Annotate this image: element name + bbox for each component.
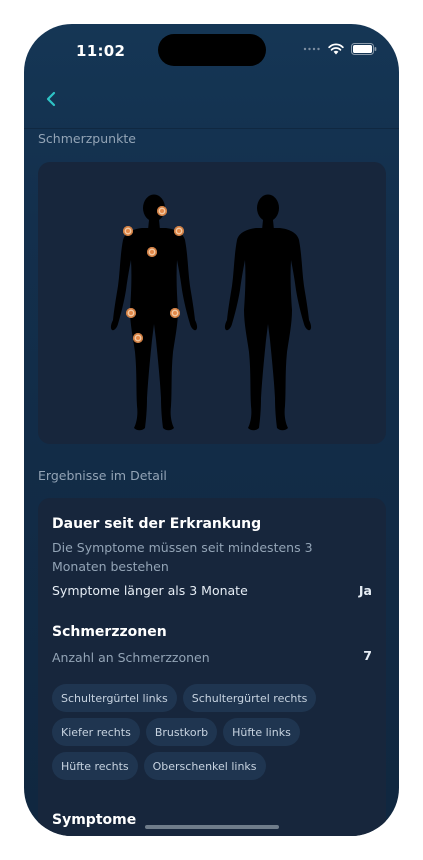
results-card: Dauer seit der Erkrankung Die Symptome m… bbox=[38, 498, 386, 836]
status-bar: 11:02 bbox=[24, 24, 399, 74]
pain-point-thigh-left[interactable] bbox=[133, 333, 143, 343]
zone-chip[interactable]: Schultergürtel links bbox=[52, 684, 177, 712]
pain-point-chest[interactable] bbox=[147, 247, 157, 257]
pain-point-hip-right[interactable] bbox=[126, 308, 136, 318]
zone-chip[interactable]: Schultergürtel rechts bbox=[182, 684, 317, 712]
zones-row-value: 7 bbox=[363, 648, 372, 663]
dynamic-island bbox=[158, 34, 266, 66]
zone-chip[interactable]: Oberschenkel links bbox=[143, 752, 266, 780]
duration-title: Dauer seit der Erkrankung bbox=[52, 516, 262, 532]
duration-description: Die Symptome müssen seit mindestens 3 Mo… bbox=[52, 540, 313, 574]
zone-chip[interactable]: Kiefer rechts bbox=[52, 718, 140, 746]
pain-point-hip-left[interactable] bbox=[170, 308, 180, 318]
symptoms-title: Symptome bbox=[52, 812, 137, 828]
zone-chip[interactable]: Hüfte links bbox=[223, 718, 300, 746]
back-button[interactable] bbox=[36, 84, 66, 114]
zones-title: Schmerzzonen bbox=[52, 624, 167, 640]
pain-point-jaw-right[interactable] bbox=[157, 206, 167, 216]
section-title-results: Ergebnisse im Detail bbox=[38, 468, 167, 483]
home-indicator[interactable] bbox=[145, 825, 279, 829]
duration-row-label: Symptome länger als 3 Monate bbox=[52, 583, 248, 598]
status-time: 11:02 bbox=[76, 42, 126, 60]
wifi-icon bbox=[328, 43, 344, 55]
back-chevron-icon bbox=[46, 91, 56, 107]
zone-chip[interactable]: Brustkorb bbox=[145, 718, 218, 746]
header-divider bbox=[24, 128, 399, 129]
body-back bbox=[224, 194, 312, 431]
duration-row-value: Ja bbox=[358, 583, 372, 598]
pain-point-shoulder-right[interactable] bbox=[123, 226, 133, 236]
section-title-pain-points: Schmerzpunkte bbox=[38, 131, 136, 146]
signal-icon bbox=[303, 47, 320, 51]
pain-point-shoulder-left[interactable] bbox=[174, 226, 184, 236]
battery-icon bbox=[351, 43, 377, 55]
body-map-card bbox=[38, 162, 386, 444]
phone-screen: 11:02 Schmerzpunkte Ergebnisse im Detail… bbox=[24, 24, 399, 836]
body-map bbox=[110, 194, 312, 431]
zone-chip-list: Schultergürtel links Schultergürtel rech… bbox=[52, 684, 378, 780]
status-icons bbox=[303, 43, 377, 55]
zones-row-label: Anzahl an Schmerzzonen bbox=[52, 650, 210, 665]
zone-chip[interactable]: Hüfte rechts bbox=[52, 752, 138, 780]
